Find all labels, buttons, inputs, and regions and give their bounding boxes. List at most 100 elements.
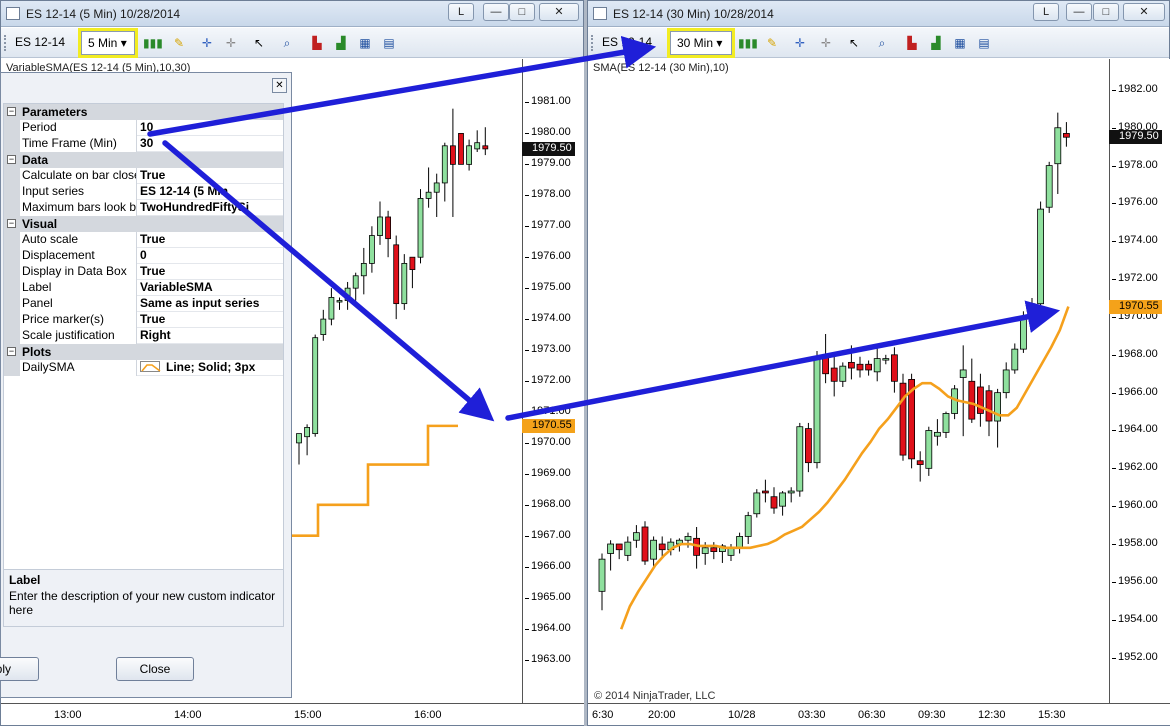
property-value[interactable]: True: [140, 168, 283, 184]
dialog-close-icon[interactable]: ✕: [272, 78, 287, 93]
property-value[interactable]: Same as input series: [140, 296, 283, 312]
timeframe-selector[interactable]: 30 Min ▾: [667, 28, 735, 58]
candle[interactable]: [856, 356, 864, 378]
property-value[interactable]: True: [140, 312, 283, 328]
property-row[interactable]: Price marker(s) True: [4, 312, 283, 328]
crosshair-icon[interactable]: ✛: [792, 36, 808, 50]
property-row[interactable]: + DailySMA Line; Solid; 3px: [4, 360, 283, 376]
category-parameters[interactable]: − Parameters: [4, 104, 283, 120]
candle[interactable]: [1011, 343, 1019, 374]
candle[interactable]: [385, 210, 392, 258]
drawing-pencil-icon[interactable]: ✎: [171, 36, 187, 50]
chart-properties-icon[interactable]: ▦: [357, 36, 373, 50]
minimize-button[interactable]: —: [483, 3, 509, 21]
data-box-icon[interactable]: ▤: [381, 36, 397, 50]
minimize-button[interactable]: —: [1066, 3, 1092, 21]
candle[interactable]: [650, 536, 657, 567]
property-row[interactable]: Scale justification Right: [4, 328, 283, 344]
category-visual[interactable]: − Visual: [4, 216, 283, 232]
candle[interactable]: [312, 334, 319, 437]
candle[interactable]: [822, 333, 830, 384]
indicators-icon[interactable]: ▙: [309, 36, 325, 50]
candle[interactable]: [1019, 311, 1027, 353]
close-button[interactable]: ✕: [1123, 3, 1165, 21]
candle[interactable]: [882, 354, 890, 365]
candle[interactable]: [1037, 201, 1045, 308]
candle[interactable]: [942, 411, 950, 439]
bar-style-icon[interactable]: ▮▮▮: [143, 36, 163, 50]
pointer-icon[interactable]: ↖: [846, 36, 862, 50]
candle[interactable]: [328, 288, 335, 326]
candle[interactable]: [951, 385, 959, 420]
time-axis[interactable]: 6:30 20:00 10/28 03:30 06:30 09:30 12:30 15:30: [588, 703, 1170, 725]
global-crosshair-icon[interactable]: ✛: [223, 36, 239, 50]
candle[interactable]: [1045, 161, 1053, 213]
candle[interactable]: [796, 422, 804, 497]
toolbar-grip[interactable]: [4, 35, 7, 51]
candle[interactable]: [968, 358, 976, 423]
property-value[interactable]: True: [140, 264, 283, 280]
collapse-icon[interactable]: −: [7, 347, 16, 356]
toolbar-grip[interactable]: [591, 35, 594, 51]
collapse-icon[interactable]: −: [7, 219, 16, 228]
candle[interactable]: [1062, 122, 1070, 147]
candle[interactable]: [624, 536, 632, 562]
zoom-icon[interactable]: ⌕: [279, 36, 295, 50]
instrument-selector[interactable]: ES 12-14: [15, 35, 65, 49]
apply-button[interactable]: pply: [0, 657, 39, 681]
candle[interactable]: [847, 345, 855, 380]
candle[interactable]: [441, 142, 448, 202]
candle[interactable]: [368, 226, 375, 273]
layout-button[interactable]: L: [448, 3, 474, 21]
zoom-icon[interactable]: ⌕: [874, 36, 890, 50]
price-chart[interactable]: [588, 59, 1109, 705]
candle[interactable]: [393, 235, 400, 320]
timeframe-selector[interactable]: 5 Min ▾: [78, 28, 138, 58]
property-row[interactable]: Displacement 0: [4, 248, 283, 264]
property-row[interactable]: Input series ES 12-14 (5 Min: [4, 184, 283, 200]
candle[interactable]: [417, 189, 424, 264]
candle[interactable]: [482, 127, 489, 156]
layout-button[interactable]: L: [1033, 3, 1059, 21]
candle[interactable]: [641, 521, 649, 565]
crosshair-icon[interactable]: ✛: [199, 36, 215, 50]
candle[interactable]: [304, 424, 311, 456]
candle[interactable]: [433, 173, 440, 217]
candle[interactable]: [994, 388, 1002, 448]
candle[interactable]: [615, 543, 623, 560]
expand-icon[interactable]: +: [6, 363, 15, 372]
global-crosshair-icon[interactable]: ✛: [818, 36, 834, 50]
maximize-button[interactable]: □: [1093, 3, 1119, 21]
category-data[interactable]: − Data: [4, 152, 283, 168]
candle[interactable]: [607, 540, 615, 571]
property-value[interactable]: True: [140, 232, 283, 248]
time-axis[interactable]: 13:00 14:00 15:00 16:00: [1, 703, 584, 725]
price-axis[interactable]: 1982.00 1980.00 1978.00 1976.00 1974.00 1972.…: [1109, 59, 1170, 703]
candle[interactable]: [1054, 112, 1062, 194]
candle[interactable]: [320, 309, 327, 341]
bar-style-icon[interactable]: ▮▮▮: [738, 36, 758, 50]
candle[interactable]: [933, 419, 941, 446]
candle[interactable]: [693, 526, 700, 569]
candle[interactable]: [976, 373, 984, 427]
candle[interactable]: [377, 201, 383, 245]
candle[interactable]: [736, 532, 744, 554]
candle[interactable]: [839, 362, 847, 387]
close-dialog-button[interactable]: Close: [116, 657, 194, 681]
candle[interactable]: [959, 345, 967, 437]
candle[interactable]: [744, 511, 752, 545]
candle[interactable]: [787, 487, 795, 503]
candle[interactable]: [360, 247, 367, 295]
candle[interactable]: [352, 272, 359, 301]
drawing-pencil-icon[interactable]: ✎: [764, 36, 780, 50]
candle[interactable]: [1028, 298, 1036, 323]
property-row[interactable]: Maximum bars look ba TwoHundredFiftySi: [4, 200, 283, 216]
candle[interactable]: [804, 422, 812, 473]
candle[interactable]: [409, 256, 416, 289]
property-value[interactable]: VariableSMA: [140, 280, 283, 296]
candle[interactable]: [449, 108, 456, 217]
instrument-selector[interactable]: ES 12-14: [602, 35, 652, 49]
candle[interactable]: [865, 360, 873, 376]
data-box-icon[interactable]: ▤: [976, 36, 992, 50]
candle[interactable]: [899, 373, 907, 461]
